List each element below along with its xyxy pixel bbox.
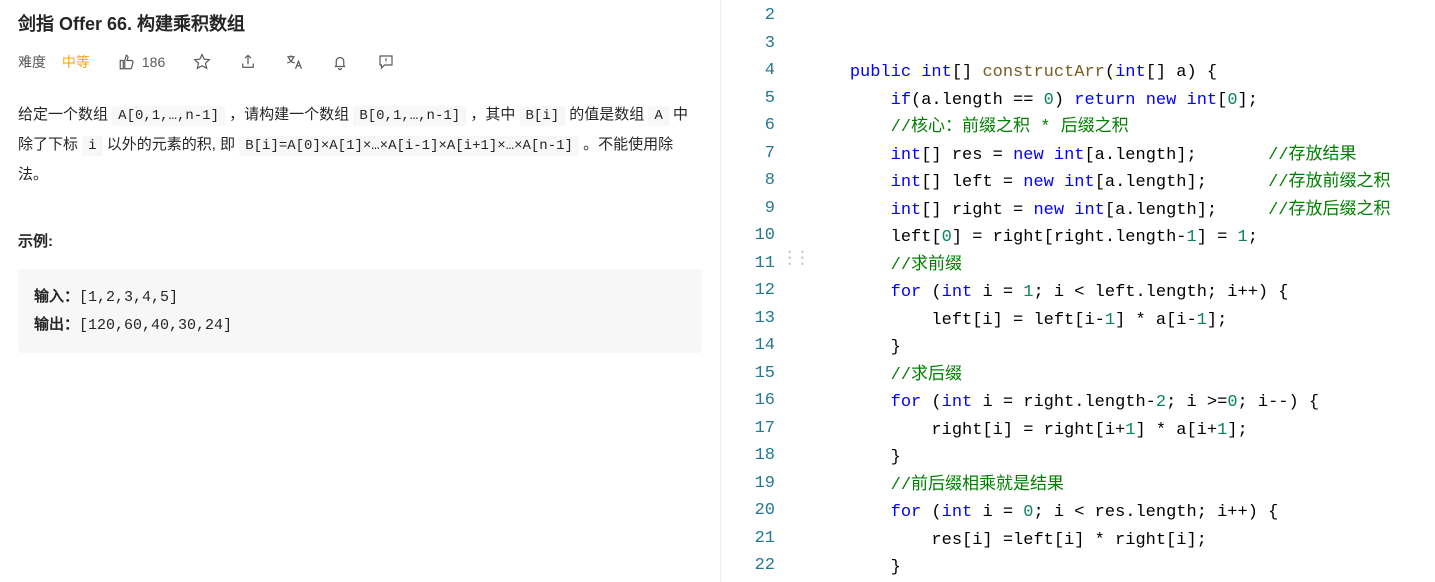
code-line[interactable]: }: [809, 334, 1435, 362]
line-number: 15: [721, 360, 809, 388]
code-line[interactable]: //前后缀相乘就是结果: [809, 472, 1435, 500]
feedback-icon: [377, 53, 395, 71]
difficulty-label: 难度: [18, 52, 46, 72]
notification-button[interactable]: [331, 53, 349, 71]
code-line[interactable]: right[i] = right[i+1] * a[i+1];: [809, 417, 1435, 445]
feedback-button[interactable]: [377, 53, 395, 71]
code-line[interactable]: for (int i = right.length-2; i >=0; i--)…: [809, 389, 1435, 417]
code-area[interactable]: • •• •• • public int[] constructArr(int[…: [809, 0, 1435, 582]
line-number: 13: [721, 305, 809, 333]
code-line[interactable]: }: [809, 444, 1435, 472]
code-line[interactable]: }: [809, 554, 1435, 582]
code-line[interactable]: for (int i = 1; i < left.length; i++) {: [809, 279, 1435, 307]
problem-description-pane: 剑指 Offer 66. 构建乘积数组 难度 中等 186: [0, 0, 721, 582]
code-line[interactable]: //核心：前缀之积 * 后缀之积: [809, 114, 1435, 142]
input-value: [1,2,3,4,5]: [79, 289, 178, 306]
line-number-gutter: 2345678910111213141516171819202122: [721, 0, 809, 582]
code-line[interactable]: for (int i = 0; i < res.length; i++) {: [809, 499, 1435, 527]
inline-code: B[i]=A[0]×A[1]×…×A[i-1]×A[i+1]×…×A[n-1]: [239, 136, 579, 156]
code-line[interactable]: int[] res = new int[a.length]; //存放结果: [809, 142, 1435, 170]
line-number: 14: [721, 332, 809, 360]
like-button[interactable]: 186: [118, 53, 165, 71]
code-line[interactable]: res[i] =left[i] * right[i];: [809, 527, 1435, 555]
line-number: 16: [721, 387, 809, 415]
code-line[interactable]: left[i] = left[i-1] * a[i-1];: [809, 307, 1435, 335]
code-line[interactable]: public int[] constructArr(int[] a) {: [809, 59, 1435, 87]
inline-code: B[0,1,…,n-1]: [353, 106, 466, 126]
desc-text: ，请构建一个数组: [225, 106, 353, 123]
examples-heading: 示例:: [18, 230, 702, 251]
line-number: 18: [721, 442, 809, 470]
code-line[interactable]: left[0] = right[right.length-1] = 1;: [809, 224, 1435, 252]
line-number: 19: [721, 470, 809, 498]
example-block: 输入：[1,2,3,4,5] 输出：[120,60,40,30,24]: [18, 269, 702, 353]
splitter-handle-icon[interactable]: • •• •• •: [787, 250, 806, 268]
code-line[interactable]: //求后缀: [809, 362, 1435, 390]
desc-text: 给定一个数组: [18, 106, 112, 123]
line-number: 12: [721, 277, 809, 305]
line-number: 3: [721, 30, 809, 58]
thumbs-up-icon: [118, 53, 136, 71]
inline-code: A[0,1,…,n-1]: [112, 106, 225, 126]
code-line[interactable]: //求前缀: [809, 252, 1435, 280]
share-icon: [239, 53, 257, 71]
line-number: 8: [721, 167, 809, 195]
line-number: 6: [721, 112, 809, 140]
input-label: 输入：: [34, 288, 79, 305]
problem-meta-row: 难度 中等 186: [18, 52, 702, 72]
translate-button[interactable]: [285, 53, 303, 71]
line-number: 9: [721, 195, 809, 223]
desc-text: ，其中: [466, 106, 519, 123]
line-number: 17: [721, 415, 809, 443]
line-number: 21: [721, 525, 809, 553]
code-line[interactable]: int[] right = new int[a.length]; //存放后缀之…: [809, 197, 1435, 225]
favorite-button[interactable]: [193, 53, 211, 71]
output-value: [120,60,40,30,24]: [79, 317, 232, 334]
output-label: 输出：: [34, 316, 79, 333]
desc-text: 以外的元素的积, 即: [103, 136, 240, 153]
code-line[interactable]: if(a.length == 0) return new int[0];: [809, 87, 1435, 115]
line-number: 22: [721, 552, 809, 580]
bell-icon: [331, 53, 349, 71]
example-input-line: 输入：[1,2,3,4,5]: [34, 283, 686, 311]
line-number: 2: [721, 2, 809, 30]
line-number: 10: [721, 222, 809, 250]
desc-text: 的值是数组: [565, 106, 648, 123]
line-number: 5: [721, 85, 809, 113]
problem-title: 剑指 Offer 66. 构建乘积数组: [18, 10, 702, 36]
code-line[interactable]: int[] left = new int[a.length]; //存放前缀之积: [809, 169, 1435, 197]
line-number: 7: [721, 140, 809, 168]
like-count: 186: [142, 54, 165, 70]
translate-icon: [285, 53, 303, 71]
inline-code: i: [82, 136, 102, 156]
code-editor-pane[interactable]: 2345678910111213141516171819202122 • •• …: [721, 0, 1435, 582]
inline-code: B[i]: [520, 106, 566, 126]
problem-description: 给定一个数组 A[0,1,…,n-1] ，请构建一个数组 B[0,1,…,n-1…: [18, 100, 702, 190]
example-output-line: 输出：[120,60,40,30,24]: [34, 311, 686, 339]
star-icon: [193, 53, 211, 71]
inline-code: A: [648, 106, 668, 126]
difficulty: 难度 中等: [18, 52, 90, 72]
line-number: 20: [721, 497, 809, 525]
line-number: 4: [721, 57, 809, 85]
share-button[interactable]: [239, 53, 257, 71]
difficulty-value: 中等: [62, 52, 90, 72]
